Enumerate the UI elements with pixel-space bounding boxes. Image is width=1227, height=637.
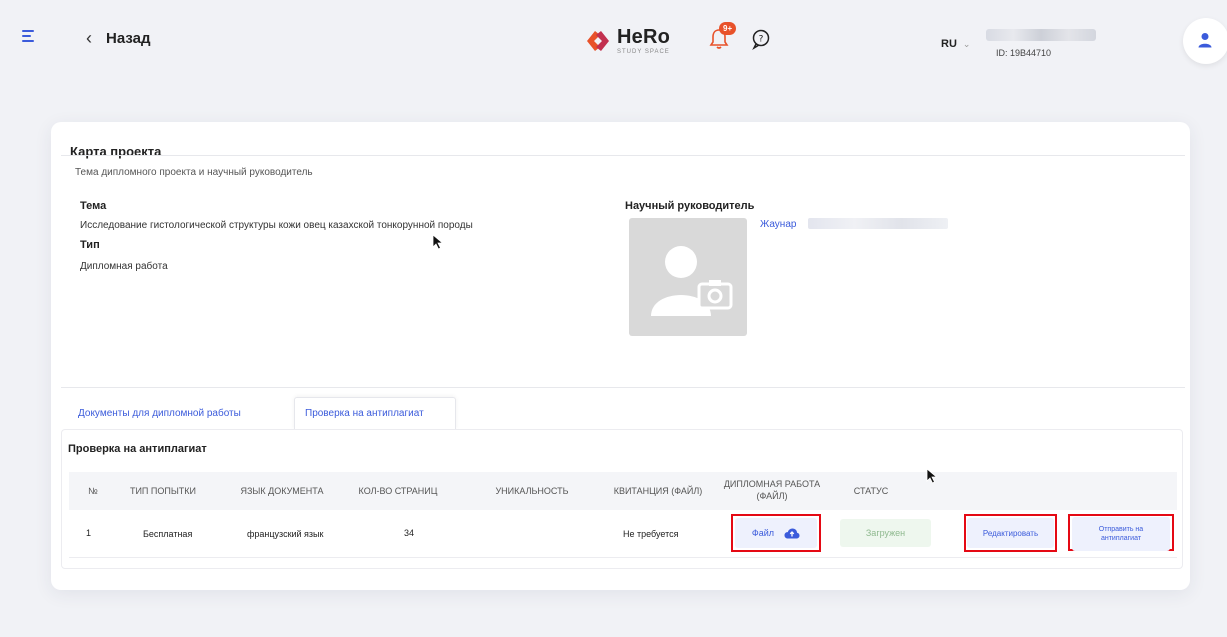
logo-subtitle: STUDY SPACE	[617, 49, 670, 55]
cell-num: 1	[86, 528, 92, 538]
column-header: Статус	[853, 486, 889, 496]
top-bar: ‹ Назад HeRo STUDY SPACE 9+ ? RU ⌄ ID: 19…	[0, 0, 1227, 84]
supervisor-label: Научный руководитель	[625, 200, 755, 212]
language-value: RU	[941, 38, 957, 50]
user-photo-icon	[651, 246, 733, 316]
file-download-button[interactable]: Файл	[735, 518, 817, 548]
cell-receipt: Не требуется	[623, 529, 679, 539]
plagiarism-title: Проверка на антиплагиат	[68, 443, 207, 455]
logo-name: HeRo	[617, 26, 671, 48]
tab-plagiarism-check[interactable]: Проверка на антиплагиат	[294, 397, 456, 430]
topic-value: Исследование гистологической структуры к…	[80, 220, 473, 231]
supervisor-name-link[interactable]: Жаунар	[760, 219, 796, 230]
logo[interactable]: HeRo STUDY SPACE	[583, 26, 670, 56]
hero-logo-icon	[587, 31, 609, 51]
column-header: Квитанция (файл)	[613, 486, 703, 496]
language-select[interactable]: RU ⌄	[941, 38, 970, 50]
chevron-left-icon: ‹	[86, 28, 92, 48]
cell-pages: 34	[404, 528, 415, 538]
supervisor-name-redacted	[808, 218, 948, 229]
chevron-down-icon: ⌄	[962, 39, 971, 49]
back-label: Назад	[106, 29, 151, 47]
mouse-cursor-icon	[432, 234, 444, 250]
column-header: Тип попытки	[129, 486, 197, 496]
send-to-plagiarism-button[interactable]: Отправить на антиплагиат	[1072, 517, 1170, 551]
divider	[61, 155, 1185, 156]
column-header: Язык документа	[240, 486, 324, 496]
topic-label: Тема	[80, 200, 107, 212]
user-id: ID: 19B44710	[996, 48, 1052, 58]
type-value: Дипломная работа	[80, 261, 168, 272]
back-button[interactable]: ‹ Назад	[86, 28, 150, 48]
row-divider	[69, 557, 1177, 558]
section-subtitle: Тема дипломного проекта и научный руково…	[75, 167, 313, 178]
column-header: Уникальность	[495, 486, 569, 496]
card-title: Карта проекта	[70, 144, 162, 159]
support-chat-icon[interactable]: ?	[750, 28, 772, 50]
notifications-button[interactable]: 9+	[709, 22, 737, 50]
tabs-divider	[61, 387, 1185, 388]
cell-language: французский язык	[247, 529, 324, 539]
cell-attempt-type: Бесплатная	[143, 529, 193, 539]
file-button-label: Файл	[751, 528, 775, 538]
edit-button[interactable]: Редактировать	[967, 518, 1054, 548]
column-header: Кол-во страниц	[358, 486, 438, 496]
type-label: Тип	[80, 239, 100, 251]
project-card: Карта проекта Тема дипломного проекта и …	[51, 122, 1190, 590]
user-name-redacted	[986, 29, 1096, 41]
mouse-cursor-icon	[926, 468, 938, 484]
svg-text:?: ?	[759, 35, 764, 45]
user-icon	[1198, 33, 1212, 48]
tab-thesis-documents[interactable]: Документы для дипломной работы	[78, 408, 241, 419]
status-badge: Загружен	[840, 519, 931, 547]
tab-plagiarism-check-label: Проверка на антиплагиат	[305, 408, 424, 419]
column-header: Дипломная работа (файл)	[723, 479, 821, 501]
profile-button[interactable]	[1183, 18, 1227, 64]
column-header: №	[88, 486, 98, 496]
hamburger-menu-icon[interactable]	[22, 30, 40, 48]
notification-badge: 9+	[719, 22, 737, 35]
cloud-upload-icon	[784, 528, 800, 538]
supervisor-photo-placeholder	[629, 218, 747, 336]
